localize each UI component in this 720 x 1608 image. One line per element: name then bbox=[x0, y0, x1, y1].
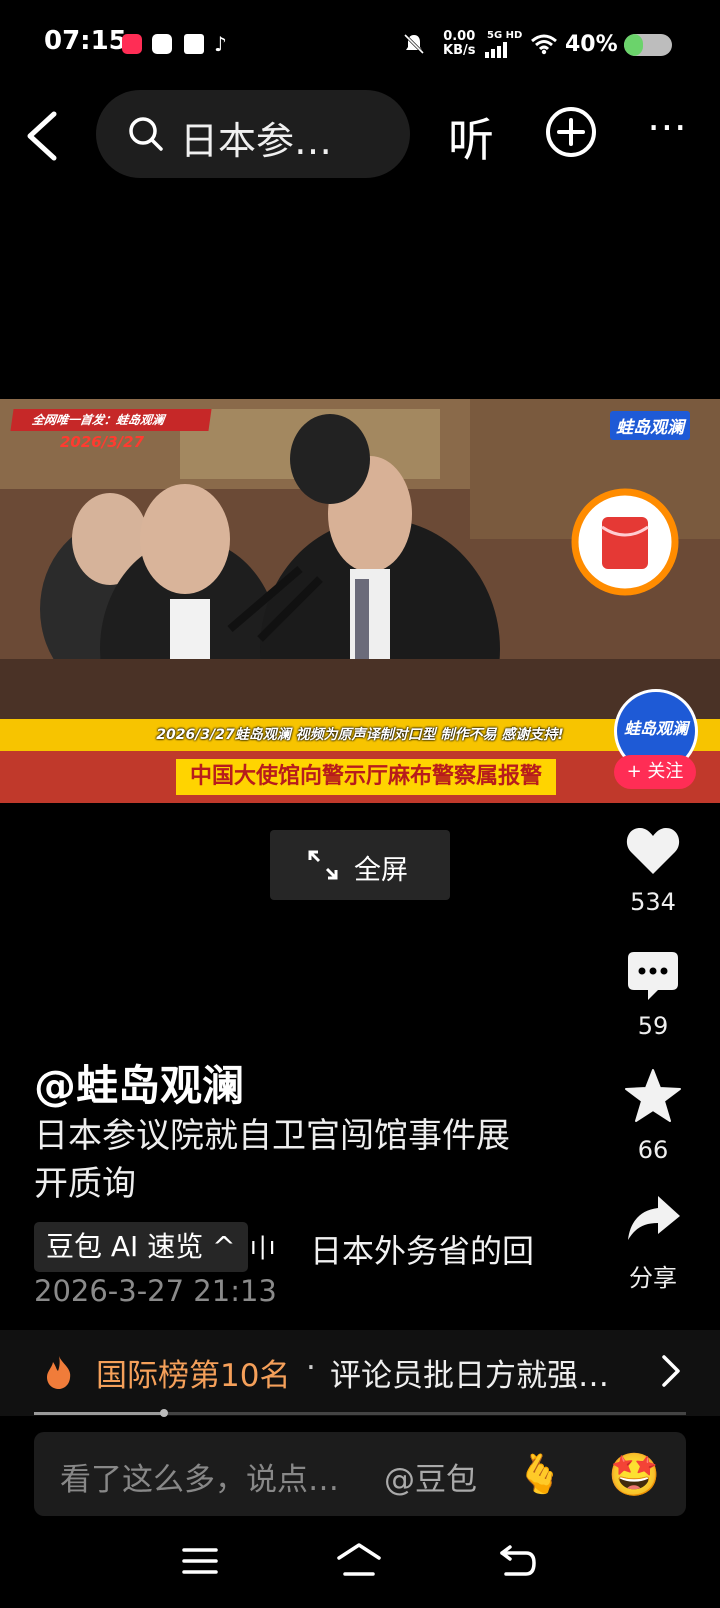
like-button[interactable] bbox=[625, 824, 681, 876]
home-icon[interactable] bbox=[336, 1542, 382, 1578]
app-notification-icon bbox=[122, 34, 142, 54]
comment-input[interactable]: 看了这么多，说点… @豆包 🫰 🤩 bbox=[34, 1432, 686, 1516]
favorite-count: 66 bbox=[637, 1136, 669, 1164]
comment-count: 59 bbox=[637, 1012, 669, 1040]
favorite-button[interactable] bbox=[624, 1068, 682, 1124]
share-label: 分享 bbox=[629, 1264, 677, 1292]
add-button[interactable] bbox=[545, 106, 597, 158]
network-speed-unit: KB/s bbox=[443, 43, 476, 58]
tiktok-icon: ♪ bbox=[214, 32, 227, 56]
signal-icon bbox=[485, 42, 507, 58]
chevron-right-icon bbox=[662, 1355, 680, 1387]
video-player[interactable]: 全网唯一首发：蛙岛观澜 2026/3/27 蛙岛观澜 2026/3/27蛙岛观澜… bbox=[0, 399, 720, 803]
mention-doubao-button[interactable]: @豆包 bbox=[384, 1454, 477, 1499]
comment-button[interactable] bbox=[626, 950, 680, 1002]
overlay-ticker: 2026/3/27蛙岛观澜 视频为原声译制对口型 制作不易 感谢支持! bbox=[0, 719, 720, 751]
follow-button[interactable]: + 关注 bbox=[614, 755, 696, 789]
fire-icon bbox=[47, 1356, 71, 1389]
listen-button[interactable]: 听 bbox=[448, 104, 494, 170]
video-description[interactable]: 日本参议院就自卫官闯馆事件展开质询 bbox=[34, 1112, 534, 1208]
author-name[interactable]: @蛙岛观澜 bbox=[34, 1052, 244, 1113]
star-eyes-emoji-button[interactable]: 🤩 bbox=[608, 1450, 660, 1500]
network-type: 5G HD bbox=[487, 30, 523, 41]
overlay-title: 中国大使馆向警示厅麻布警察属报警 bbox=[176, 759, 557, 795]
search-query: 日本参… bbox=[180, 119, 333, 163]
wifi-icon bbox=[531, 34, 557, 55]
network-speed-value: 0.00 bbox=[443, 29, 476, 44]
ai-summary-button[interactable]: 豆包 AI 速览 ^ bbox=[34, 1222, 248, 1272]
share-button[interactable] bbox=[626, 1194, 682, 1244]
ranking-separator: · bbox=[306, 1350, 316, 1386]
battery-percent: 40% bbox=[565, 32, 618, 57]
search-bar[interactable]: 日本参… bbox=[96, 90, 410, 178]
overlay-date: 2026/3/27 bbox=[60, 433, 145, 451]
overlay-logo: 蛙岛观澜 bbox=[610, 411, 690, 440]
overlay-headline: 全网唯一首发：蛙岛观澜 bbox=[10, 409, 212, 431]
post-timestamp: 2026-3-27 21:13 bbox=[34, 1274, 277, 1308]
like-count: 534 bbox=[630, 888, 676, 916]
network-speed: 0.00 KB/s bbox=[443, 30, 475, 58]
finger-heart-emoji-button[interactable]: 🫰 bbox=[516, 1452, 563, 1497]
ranking-bar[interactable]: 国际榜第10名 · 评论员批日方就强… bbox=[0, 1330, 720, 1416]
ai-summary-preview[interactable]: 日本外务省的回 bbox=[310, 1226, 542, 1272]
fullscreen-button[interactable]: 全屏 bbox=[270, 830, 450, 900]
red-envelope-button[interactable] bbox=[570, 487, 680, 597]
status-time: 07:15 bbox=[44, 26, 127, 56]
ranking-headline: 评论员批日方就强… bbox=[330, 1358, 609, 1394]
mute-bell-icon bbox=[403, 33, 425, 55]
audio-wave-icon: ı|ı bbox=[250, 1232, 278, 1260]
nav-back-icon[interactable] bbox=[498, 1544, 538, 1578]
ranking-label: 国际榜第10名 bbox=[96, 1358, 291, 1394]
app-notification-icon bbox=[152, 34, 172, 54]
overlay-title-strip: 中国大使馆向警示厅麻布警察属报警 bbox=[0, 751, 720, 803]
expand-icon bbox=[308, 850, 338, 880]
playback-progress-bar[interactable] bbox=[34, 1412, 686, 1415]
back-button[interactable] bbox=[22, 108, 72, 164]
more-options-button[interactable]: ⋯ bbox=[647, 104, 689, 150]
menu-icon[interactable] bbox=[182, 1546, 218, 1576]
fullscreen-label: 全屏 bbox=[354, 855, 408, 886]
comment-placeholder: 看了这么多，说点… bbox=[60, 1462, 339, 1498]
battery-icon bbox=[624, 34, 672, 56]
news-app-icon bbox=[184, 34, 204, 54]
search-icon bbox=[129, 117, 163, 151]
